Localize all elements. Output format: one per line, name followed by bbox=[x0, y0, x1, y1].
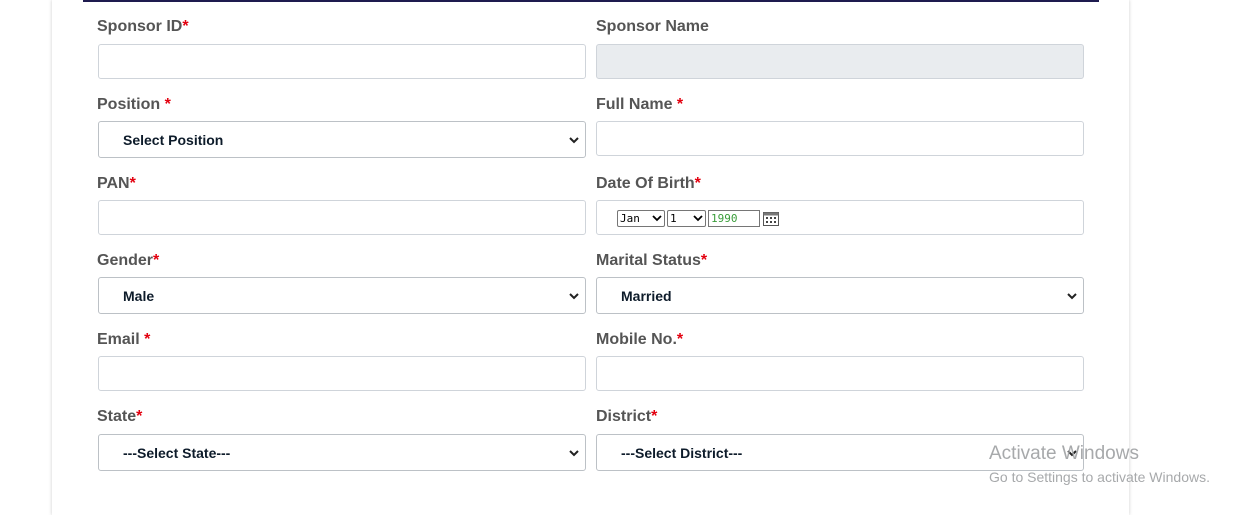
mobile-input[interactable] bbox=[596, 356, 1084, 391]
email-label: Email * bbox=[97, 331, 151, 348]
chevron-down-icon bbox=[693, 214, 703, 221]
chevron-down-icon bbox=[569, 136, 579, 143]
sponsor-name-label: Sponsor Name bbox=[596, 18, 709, 35]
pan-label: PAN* bbox=[97, 175, 136, 192]
calendar-icon[interactable] bbox=[763, 211, 779, 226]
pan-input[interactable] bbox=[98, 200, 586, 235]
marital-status-label: Marital Status* bbox=[596, 252, 708, 269]
state-select[interactable]: ---Select State--- bbox=[98, 434, 586, 471]
sponsor-id-label: Sponsor ID* bbox=[97, 18, 189, 35]
activate-windows-watermark: Activate Windows Go to Settings to activ… bbox=[989, 443, 1210, 485]
chevron-down-icon bbox=[652, 214, 662, 221]
gender-select[interactable]: Male bbox=[98, 277, 586, 314]
marital-status-select[interactable]: Married bbox=[596, 277, 1084, 314]
state-label: State* bbox=[97, 408, 143, 425]
district-label: District* bbox=[596, 408, 658, 425]
sponsor-name-input bbox=[596, 44, 1084, 79]
position-label: Position * bbox=[97, 96, 171, 113]
dob-month-select[interactable]: Jan bbox=[617, 209, 665, 227]
state-select-value: ---Select State--- bbox=[123, 444, 231, 461]
chevron-down-icon bbox=[569, 449, 579, 456]
dob-field: Jan 1 1990 bbox=[596, 200, 1084, 235]
position-select[interactable]: Select Position bbox=[98, 121, 586, 158]
position-select-value: Select Position bbox=[123, 131, 224, 148]
mobile-label: Mobile No.* bbox=[596, 331, 684, 348]
full-name-label: Full Name * bbox=[596, 96, 684, 113]
card-top-border bbox=[83, 0, 1099, 2]
dob-year-input[interactable]: 1990 bbox=[708, 209, 760, 227]
district-select-value: ---Select District--- bbox=[621, 444, 743, 461]
full-name-input[interactable] bbox=[596, 121, 1084, 156]
email-input[interactable] bbox=[98, 356, 586, 391]
dob-label: Date Of Birth* bbox=[596, 175, 701, 192]
chevron-down-icon bbox=[1067, 292, 1077, 299]
marital-status-select-value: Married bbox=[621, 287, 672, 304]
dob-day-value: 1 bbox=[670, 211, 677, 225]
dob-month-value: Jan bbox=[620, 211, 640, 225]
watermark-subtitle: Go to Settings to activate Windows. bbox=[989, 469, 1210, 485]
dob-day-select[interactable]: 1 bbox=[667, 209, 706, 227]
chevron-down-icon bbox=[569, 292, 579, 299]
gender-select-value: Male bbox=[123, 287, 155, 304]
gender-label: Gender* bbox=[97, 252, 160, 269]
watermark-title: Activate Windows bbox=[989, 443, 1139, 464]
sponsor-id-input[interactable] bbox=[98, 44, 586, 79]
